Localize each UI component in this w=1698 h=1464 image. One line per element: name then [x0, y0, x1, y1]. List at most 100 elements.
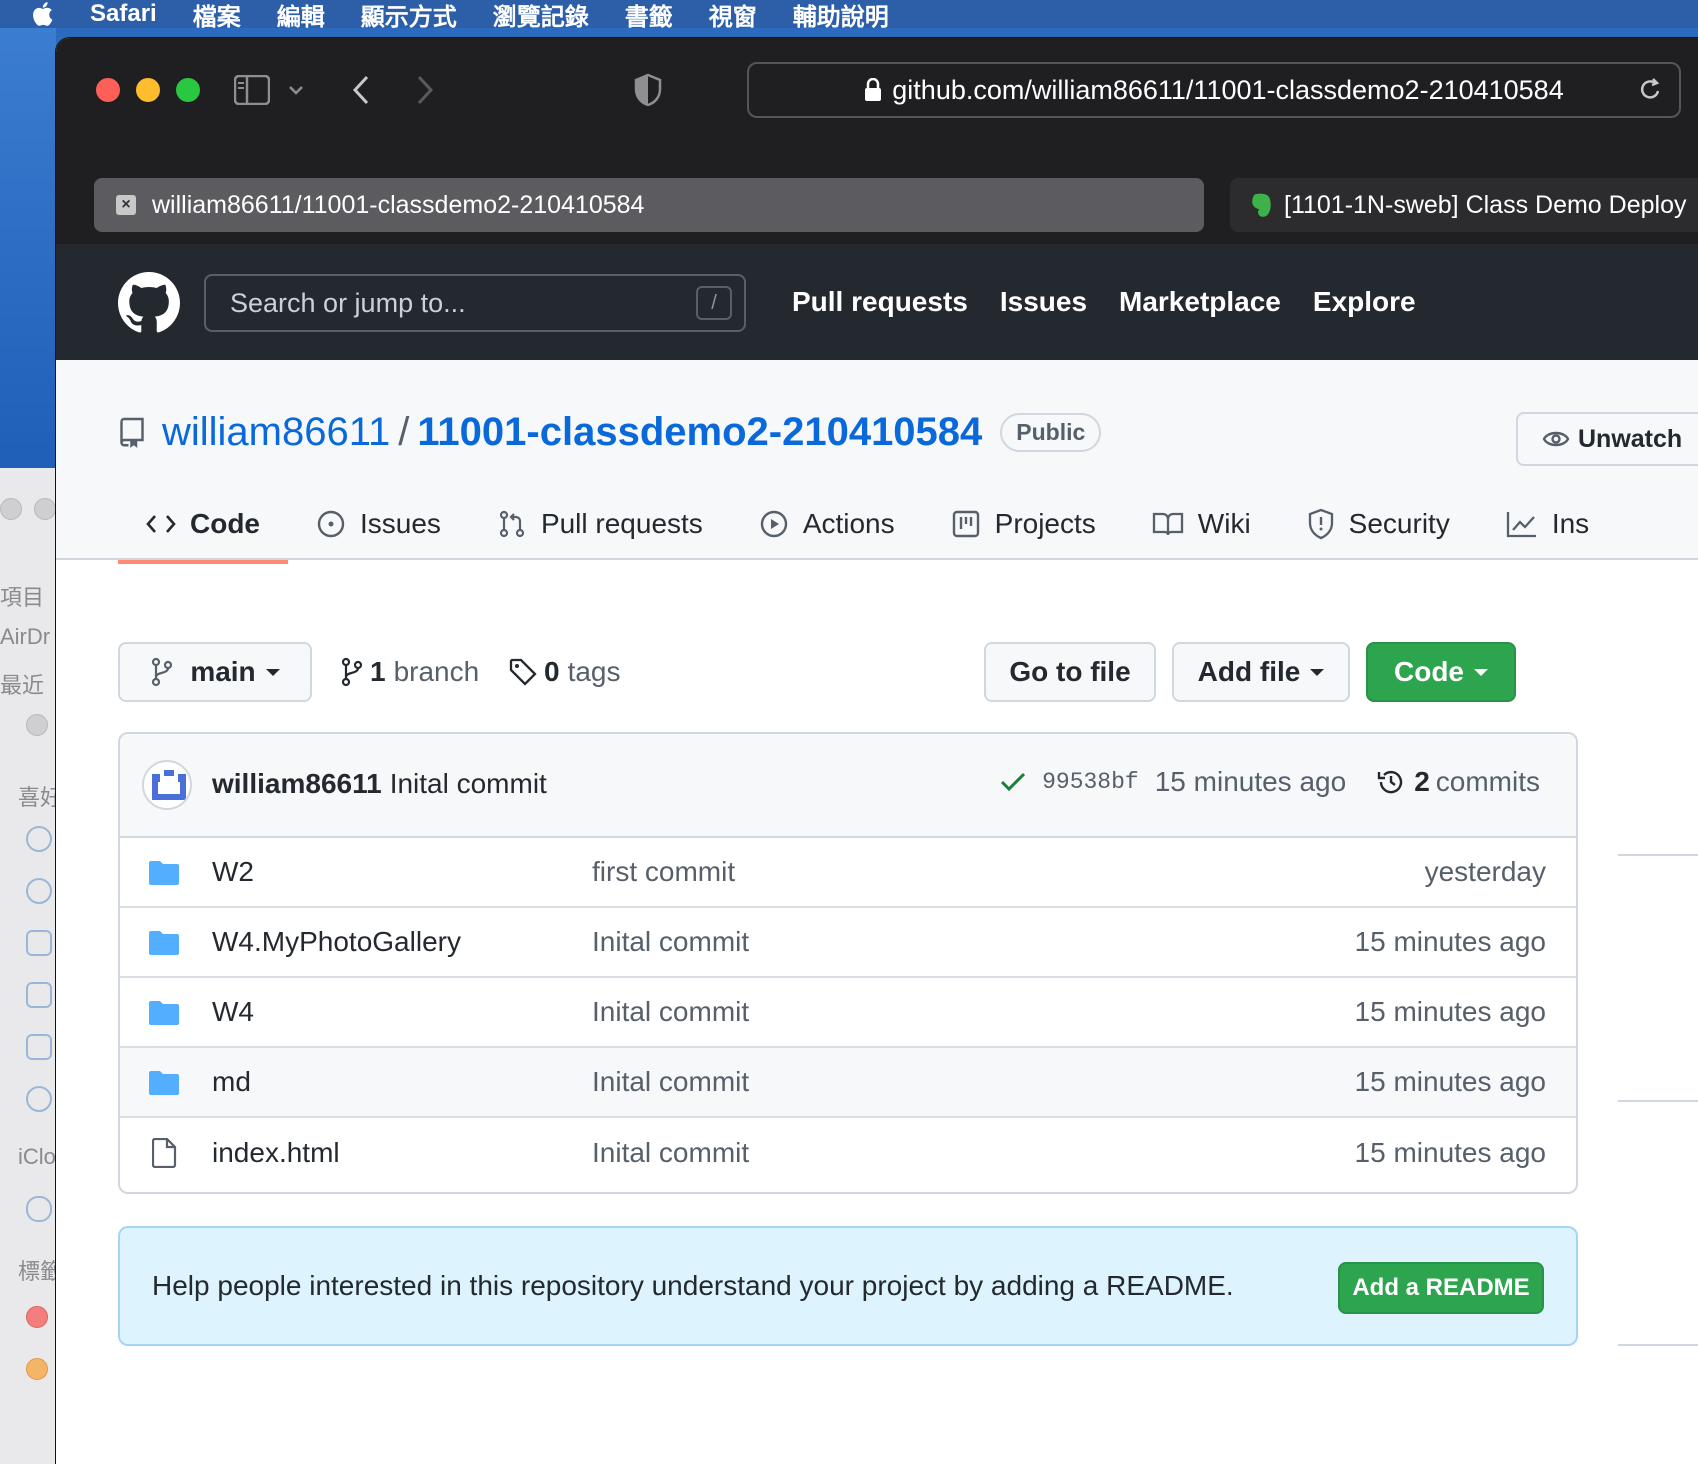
file-name-link[interactable]: W4.MyPhotoGallery — [212, 926, 461, 958]
recents-icon[interactable] — [26, 878, 52, 904]
tab-security[interactable]: Security — [1279, 498, 1478, 550]
chevron-down-icon[interactable] — [284, 68, 308, 112]
github-header: Search or jump to... / Pull requests Iss… — [56, 244, 1698, 360]
caret-down-icon — [1474, 668, 1488, 676]
branch-select-button[interactable]: main — [118, 642, 312, 702]
tag-count-link[interactable]: 0 tags — [508, 642, 621, 702]
window-zoom-button[interactable] — [176, 78, 200, 102]
readme-banner: Help people interested in this repositor… — [118, 1226, 1578, 1346]
icloud-icon[interactable] — [26, 1196, 52, 1222]
document-icon[interactable] — [26, 1034, 52, 1060]
window-close-button[interactable] — [96, 78, 120, 102]
safari-toolbar: github.com/william86611/11001-classdemo2… — [56, 38, 1698, 142]
unwatch-button[interactable]: Unwatch — [1516, 412, 1698, 466]
file-commit-message[interactable]: first commit — [592, 856, 735, 888]
divider — [1618, 854, 1698, 856]
sidebar-toggle-icon[interactable] — [232, 68, 272, 112]
address-bar[interactable]: github.com/william86611/11001-classdemo2… — [747, 62, 1681, 118]
repo-icon — [120, 417, 144, 448]
go-to-file-button[interactable]: Go to file — [984, 642, 1156, 702]
menu-view[interactable]: 顯示方式 — [361, 0, 457, 32]
tab-actions[interactable]: Actions — [731, 498, 923, 550]
tab-projects[interactable]: Projects — [923, 498, 1124, 550]
tab-issues[interactable]: Issues — [288, 498, 469, 550]
file-commit-message[interactable]: Inital commit — [592, 926, 749, 958]
forward-icon[interactable] — [410, 68, 440, 112]
tab-pull-requests[interactable]: Pull requests — [469, 498, 731, 550]
repo-name-link[interactable]: 11001-classdemo2-210410584 — [417, 410, 982, 455]
branch-count-link[interactable]: 1 branch — [340, 642, 479, 702]
menu-window[interactable]: 視窗 — [709, 0, 757, 32]
project-icon — [952, 510, 979, 538]
tab-code[interactable]: Code — [118, 498, 288, 564]
tab-wiki[interactable]: Wiki — [1124, 498, 1279, 550]
url-text[interactable]: github.com/william86611/11001-classdemo2… — [892, 75, 1563, 106]
tag-red-icon[interactable] — [26, 1306, 48, 1328]
downloads-icon[interactable] — [26, 1086, 52, 1112]
menu-history[interactable]: 瀏覽記錄 — [493, 0, 589, 32]
window-minimize-dot[interactable] — [34, 498, 56, 520]
folder-icon — [149, 861, 179, 885]
file-commit-message[interactable]: Inital commit — [592, 996, 749, 1028]
history-icon — [1377, 770, 1403, 794]
airdrop-icon[interactable] — [26, 826, 52, 852]
browser-tab-active[interactable]: × william86611/11001-classdemo2-21041058… — [94, 178, 1204, 232]
add-readme-button[interactable]: Add a README — [1338, 1262, 1544, 1314]
nav-explore[interactable]: Explore — [1313, 286, 1416, 318]
search-input[interactable]: Search or jump to... / — [204, 274, 746, 332]
privacy-shield-icon[interactable] — [632, 68, 664, 112]
file-commit-message[interactable]: Inital commit — [592, 1137, 749, 1169]
browser-tab[interactable]: [1101-1N-sweb] Class Demo Deploy — [1230, 178, 1698, 232]
commit-history-link[interactable]: 2 commits — [1376, 766, 1540, 798]
search-placeholder: Search or jump to... — [230, 287, 466, 318]
commit-word: commits — [1435, 766, 1540, 797]
finder-label: 項目 — [0, 585, 45, 610]
avatar[interactable] — [142, 760, 192, 810]
shield-icon — [1308, 508, 1333, 540]
menu-file[interactable]: 檔案 — [193, 0, 241, 32]
check-icon[interactable] — [1000, 771, 1026, 793]
menu-safari[interactable]: Safari — [90, 0, 157, 28]
apple-logo-icon[interactable] — [30, 0, 58, 28]
commit-message-link[interactable]: Inital commit — [390, 768, 547, 799]
finder-label[interactable]: 最近 — [0, 668, 44, 700]
file-commit-message[interactable]: Inital commit — [592, 1066, 749, 1098]
macos-menu-bar: Safari 檔案 編輯 顯示方式 瀏覽記錄 書籤 視窗 輔助說明 — [0, 0, 1698, 31]
readme-banner-text: Help people interested in this repositor… — [152, 1270, 1234, 1301]
file-row[interactable]: W4.MyPhotoGallery Inital commit 15 minut… — [120, 908, 1576, 978]
commit-hash-link[interactable]: 99538bf — [1042, 769, 1139, 795]
finder-label[interactable]: AirDr — [0, 624, 50, 650]
repo-owner-link[interactable]: william86611 — [162, 410, 390, 455]
nav-issues[interactable]: Issues — [1000, 286, 1087, 318]
close-tab-icon[interactable]: × — [116, 195, 136, 215]
about-sidebar-peek — [1618, 568, 1698, 1464]
nav-marketplace[interactable]: Marketplace — [1119, 286, 1281, 318]
file-name-link[interactable]: index.html — [212, 1137, 340, 1169]
app-store-icon[interactable] — [26, 982, 52, 1008]
file-row[interactable]: W2 first commit yesterday — [120, 838, 1576, 908]
menu-edit[interactable]: 編輯 — [277, 0, 325, 32]
file-row[interactable]: md Inital commit 15 minutes ago — [120, 1048, 1576, 1118]
file-name-link[interactable]: W4 — [212, 996, 254, 1028]
tag-orange-icon[interactable] — [26, 1358, 48, 1380]
commit-author-link[interactable]: william86611 — [212, 768, 382, 799]
add-file-button[interactable]: Add file — [1172, 642, 1350, 702]
applications-icon[interactable] — [26, 930, 52, 956]
nav-pull-requests[interactable]: Pull requests — [792, 286, 968, 318]
play-icon — [760, 510, 788, 538]
reload-icon[interactable] — [1637, 76, 1663, 104]
folder-icon — [149, 1071, 179, 1095]
tag-icon — [509, 658, 537, 686]
back-icon[interactable] — [346, 68, 376, 112]
file-name-link[interactable]: W2 — [212, 856, 254, 888]
window-close-dot[interactable] — [0, 498, 22, 520]
window-minimize-button[interactable] — [136, 78, 160, 102]
code-download-button[interactable]: Code — [1366, 642, 1516, 702]
tab-insights[interactable]: Ins — [1478, 498, 1617, 550]
file-row[interactable]: W4 Inital commit 15 minutes ago — [120, 978, 1576, 1048]
file-name-link[interactable]: md — [212, 1066, 251, 1098]
file-row[interactable]: index.html Inital commit 15 minutes ago — [120, 1118, 1576, 1188]
menu-bookmarks[interactable]: 書籤 — [625, 0, 673, 32]
github-logo-icon[interactable] — [118, 272, 180, 334]
menu-help[interactable]: 輔助說明 — [793, 0, 889, 32]
